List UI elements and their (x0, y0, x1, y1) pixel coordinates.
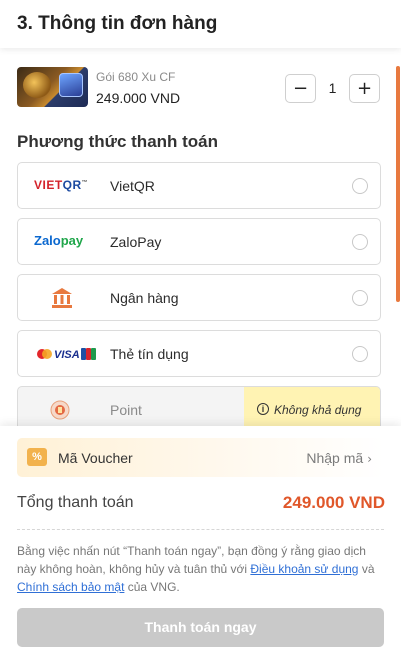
order-scroll-area[interactable]: Gói 680 Xu CF 249.000 VND − 1 + Phương t… (0, 48, 401, 426)
total-amount: 249.000 VND (282, 493, 385, 512)
credit-card-logos-icon: VISA (34, 343, 100, 365)
zalopay-logo-text-zalo: Zalo (34, 233, 61, 248)
payment-option-vietqr[interactable]: VIETQR™ VietQR (17, 162, 381, 209)
vietqr-logo-text-viet: VIET (34, 178, 63, 192)
terms-notice: Bằng việc nhấn nút “Thanh toán ngay”, bạ… (17, 542, 385, 596)
bank-icon (34, 287, 100, 309)
quantity-increase-button[interactable]: + (349, 74, 380, 103)
quantity-value: 1 (328, 80, 337, 96)
enter-voucher-text: Nhập mã (306, 450, 364, 466)
terms-text: của VNG. (124, 580, 180, 594)
unavailable-text: Không khả dụng (274, 403, 362, 417)
payment-option-label: Ngân hàng (110, 290, 179, 306)
vietqr-logo-trademark: ™ (81, 180, 89, 186)
product-price: 249.000 VND (96, 90, 181, 106)
info-icon: i (257, 403, 269, 415)
enter-voucher-link[interactable]: Nhập mã › (306, 450, 372, 466)
quantity-decrease-button[interactable]: − (285, 74, 316, 103)
divider (17, 529, 384, 530)
payment-option-label: Point (110, 402, 142, 418)
pay-now-button[interactable]: Thanh toán ngay (17, 608, 384, 647)
terms-of-use-link[interactable]: Điều khoản sử dụng (250, 562, 358, 576)
unavailable-badge: i Không khả dụng (244, 387, 380, 426)
product-thumbnail (17, 67, 88, 107)
zalopay-logo-icon: Zalopay (34, 233, 100, 255)
chevron-right-icon: › (367, 452, 372, 466)
payment-option-label: VietQR (110, 178, 155, 194)
payment-radio[interactable] (352, 346, 368, 362)
terms-text: và (358, 562, 375, 576)
payment-option-point: Point i Không khả dụng (17, 386, 381, 426)
payment-option-label: ZaloPay (110, 234, 162, 250)
publisher-logo-icon (59, 73, 83, 97)
scrollbar-thumb[interactable] (396, 66, 400, 302)
voucher-label: Mã Voucher (58, 450, 133, 466)
order-header: 3. Thông tin đơn hàng (0, 0, 401, 48)
vietqr-logo-icon: VIETQR™ (34, 178, 100, 200)
checkout-footer: % Mã Voucher Nhập mã › Tổng thanh toán 24… (0, 426, 401, 657)
zalopay-logo-text-pay: pay (60, 233, 84, 248)
total-label: Tổng thanh toán (17, 494, 134, 511)
payment-method-list: VIETQR™ VietQR Zalopay ZaloPay Ngân hàng… (17, 162, 381, 426)
product-row: Gói 680 Xu CF 249.000 VND − 1 + (17, 67, 387, 111)
visa-logo-text: VISA (54, 349, 80, 361)
payment-radio[interactable] (352, 234, 368, 250)
payment-radio[interactable] (352, 178, 368, 194)
payment-section-title: Phương thức thanh toán (17, 132, 219, 151)
point-icon (34, 399, 100, 421)
vietqr-logo-text-qr: QR (62, 178, 82, 192)
voucher-row[interactable]: % Mã Voucher Nhập mã › (17, 438, 384, 477)
voucher-ticket-icon: % (27, 448, 47, 466)
payment-option-bank[interactable]: Ngân hàng (17, 274, 381, 321)
payment-option-label: Thẻ tín dụng (110, 346, 189, 362)
page-title: 3. Thông tin đơn hàng (17, 13, 218, 34)
product-name: Gói 680 Xu CF (96, 70, 176, 84)
payment-option-zalopay[interactable]: Zalopay ZaloPay (17, 218, 381, 265)
game-logo-icon (23, 72, 51, 98)
privacy-policy-link[interactable]: Chính sách bảo mật (17, 580, 124, 594)
order-panel: 3. Thông tin đơn hàng Gói 680 Xu CF 249.… (0, 0, 401, 657)
payment-option-credit-card[interactable]: VISA Thẻ tín dụng (17, 330, 381, 377)
payment-radio[interactable] (352, 290, 368, 306)
